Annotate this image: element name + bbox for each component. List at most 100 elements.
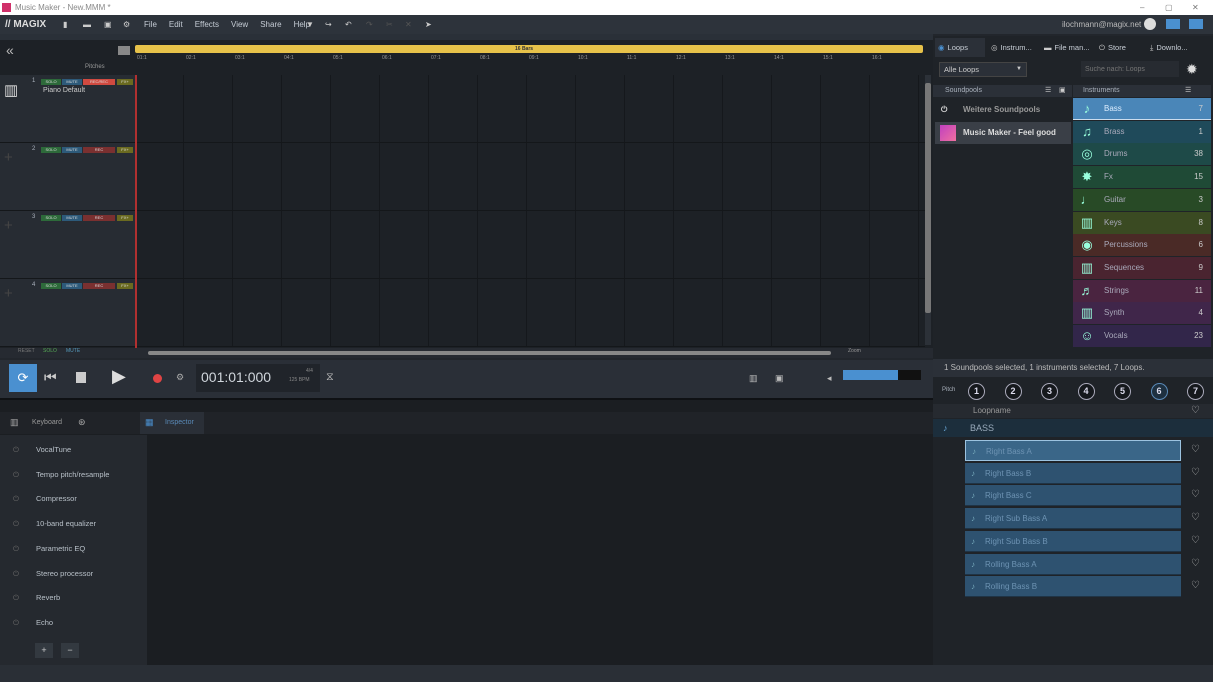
stop-button[interactable] <box>76 372 86 383</box>
effect-item[interactable]: ⏻ Stereo processor <box>0 562 147 586</box>
mute-button[interactable]: MUTE <box>62 283 82 289</box>
effect-item[interactable]: ⏻ Tempo pitch/resample <box>0 463 147 487</box>
redo-menu-icon[interactable]: ↪ <box>325 15 332 34</box>
instrument-drums[interactable]: ◎ Drums 38 <box>1073 143 1211 166</box>
loopname-header[interactable]: Loopname ♡ <box>933 404 1213 418</box>
mouse-mode-icon[interactable]: ➤ <box>425 15 432 34</box>
power-icon[interactable]: ⏻ <box>13 487 19 511</box>
menu-view[interactable]: View <box>231 15 248 34</box>
reset-button[interactable]: RESET <box>18 348 35 354</box>
cut-icon[interactable]: ✂ <box>386 15 393 34</box>
instrument-percussions[interactable]: ◉ Percussions 6 <box>1073 234 1211 257</box>
add-track-icon[interactable] <box>118 46 130 55</box>
mixer-icon[interactable]: ▥ <box>749 373 758 384</box>
open-folder-icon[interactable]: ▬ <box>83 15 91 34</box>
zoom-control[interactable]: Zoom <box>848 348 861 354</box>
instrument-vocals[interactable]: ☺ Vocals 23 <box>1073 325 1211 347</box>
track-header[interactable]: 3 SOLO MUTE REC FX+ + <box>0 211 135 279</box>
effect-item[interactable]: ⏻ 10-band equalizer <box>0 512 147 536</box>
maximize-button[interactable]: ▢ <box>1165 0 1173 15</box>
user-email[interactable]: ilochmann@magix.net <box>1062 15 1141 34</box>
loop-item[interactable]: ♪ Right Bass B <box>965 462 1181 484</box>
track-lane[interactable] <box>135 143 925 211</box>
favorite-icon[interactable]: ♡ <box>1191 489 1200 500</box>
help-icon[interactable]: ▼ <box>306 15 314 34</box>
play-button[interactable]: ▶ <box>112 366 126 387</box>
instrument-fx[interactable]: ✸ Fx 15 <box>1073 166 1211 189</box>
power-icon[interactable]: ⏻ <box>13 611 19 635</box>
power-icon[interactable]: ⏻ <box>13 586 19 610</box>
menu-share[interactable]: Share <box>260 15 281 34</box>
effect-item[interactable]: ⏻ VocalTune <box>0 438 147 462</box>
instrument-brass[interactable]: ♫ Brass 1 <box>1073 120 1211 143</box>
fx-button[interactable]: FX+ <box>117 79 133 85</box>
vertical-scrollbar[interactable] <box>925 75 931 345</box>
pitch-button[interactable]: 4 <box>1077 383 1095 400</box>
loop-item[interactable]: ♪ Right Bass C <box>965 485 1181 507</box>
track-header[interactable]: 2 SOLO MUTE REC FX+ + <box>0 143 135 211</box>
loop-search-input[interactable] <box>1081 61 1179 77</box>
menu-effects[interactable]: Effects <box>195 15 219 34</box>
speaker-icon[interactable]: ◂ <box>827 373 832 384</box>
solo-all-button[interactable]: SOLO <box>43 348 57 354</box>
effect-item[interactable]: ⏻ Parametric EQ <box>0 537 147 561</box>
mute-button[interactable]: MUTE <box>62 79 82 85</box>
loop-item[interactable]: ♪ Right Sub Bass B <box>965 530 1181 552</box>
select-all-icon[interactable]: ☰ <box>1045 85 1051 97</box>
redo-icon[interactable]: ↷ <box>366 15 373 34</box>
instrument-keys[interactable]: ▥ Keys 8 <box>1073 211 1211 234</box>
instrument-strings[interactable]: ♬ Strings 11 <box>1073 279 1211 302</box>
fx-button[interactable]: FX+ <box>117 283 133 289</box>
gear-icon[interactable]: ✹ <box>1186 61 1198 78</box>
timeline-ruler[interactable]: 01:1 02:1 03:1 04:1 05:1 06:1 07:1 08:1 09:1 10:1… <box>135 40 925 75</box>
layout-horizontal-icon[interactable] <box>1166 19 1180 29</box>
record-options-icon[interactable]: ⚙ <box>176 372 184 383</box>
mute-button[interactable]: MUTE <box>62 147 82 153</box>
remove-effect-button[interactable]: − <box>61 643 79 658</box>
record-arm-button[interactable]: REC <box>83 215 115 221</box>
delete-icon[interactable]: ✕ <box>405 15 412 34</box>
save-icon[interactable]: ▣ <box>104 15 112 34</box>
track-header[interactable]: 1 SOLO MUTE REC/REC FX+ Piano Default ▥ <box>0 75 135 143</box>
effect-item[interactable]: ⏻ Echo <box>0 611 147 635</box>
loop-item[interactable]: ♪ Rolling Bass B <box>965 576 1181 598</box>
loop-item[interactable]: ♪ Right Sub Bass A <box>965 508 1181 530</box>
record-arm-button[interactable]: REC <box>83 147 115 153</box>
power-icon[interactable]: ⏻ <box>13 512 19 536</box>
tab-inspector[interactable]: ▦ Inspector <box>140 412 204 434</box>
favorite-icon[interactable]: ♡ <box>1191 444 1200 455</box>
user-icon[interactable] <box>1144 18 1156 30</box>
solo-button[interactable]: SOLO <box>41 79 61 85</box>
close-button[interactable]: ✕ <box>1192 0 1199 15</box>
solo-button[interactable]: SOLO <box>41 147 61 153</box>
record-arm-button[interactable]: REC/REC <box>83 79 115 85</box>
soundpool-item[interactable]: Music Maker - Feel good <box>935 122 1071 144</box>
favorite-header-icon[interactable]: ♡ <box>1191 404 1200 418</box>
record-arm-button[interactable]: REC <box>83 283 115 289</box>
track-lane[interactable] <box>135 279 925 347</box>
menu-edit[interactable]: Edit <box>169 15 183 34</box>
tab-file-manager[interactable]: ▬ File man... <box>1041 38 1093 57</box>
instrument-guitar[interactable]: ♩ Guitar 3 <box>1073 188 1211 211</box>
solo-button[interactable]: SOLO <box>41 215 61 221</box>
pitch-button[interactable]: 2 <box>1004 383 1022 400</box>
favorite-icon[interactable]: ♡ <box>1191 580 1200 591</box>
layout-vertical-icon[interactable] <box>1189 19 1203 29</box>
power-icon[interactable]: ⏻ <box>13 438 19 462</box>
collapse-icon[interactable]: « <box>6 42 14 58</box>
add-effect-button[interactable]: + <box>35 643 53 658</box>
new-file-icon[interactable]: ▮ <box>63 15 67 34</box>
loop-item[interactable]: ♪ Right Bass A <box>965 440 1181 461</box>
instrument-synth[interactable]: ▥ Synth 4 <box>1073 302 1211 325</box>
settings-icon[interactable]: ⚙ <box>123 15 130 34</box>
pitch-button[interactable]: 3 <box>1041 383 1058 400</box>
select-all-icon[interactable]: ☰ <box>1185 85 1191 97</box>
tab-keyboard[interactable]: Keyboard <box>32 419 62 426</box>
favorite-icon[interactable]: ♡ <box>1191 535 1200 546</box>
favorite-icon[interactable]: ♡ <box>1191 467 1200 478</box>
solo-button[interactable]: SOLO <box>41 283 61 289</box>
time-signature[interactable]: 4/4 <box>306 368 313 374</box>
loop-toggle-button[interactable]: ⟳ <box>9 364 37 392</box>
tab-loops[interactable]: ◉ Loops <box>935 38 985 57</box>
power-icon[interactable]: ⏻ <box>13 562 19 586</box>
